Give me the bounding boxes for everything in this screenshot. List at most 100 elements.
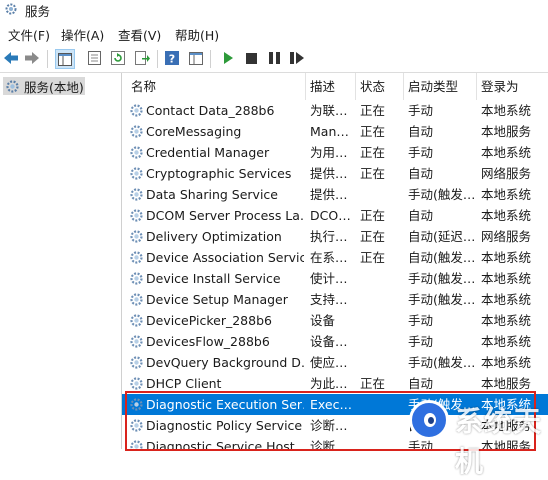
service-description: 诊断…: [310, 418, 348, 433]
service-gear-icon: [129, 376, 144, 391]
column-header-name[interactable]: 名称: [122, 73, 306, 100]
menu-view[interactable]: 查看(V): [118, 25, 161, 44]
svg-text:?: ?: [169, 53, 175, 66]
service-description: Man…: [310, 124, 349, 139]
service-row[interactable]: Contact Data_288b6 为联… 正在 手动 本地系统: [122, 100, 548, 121]
help-icon[interactable]: ?: [164, 50, 180, 66]
export-icon[interactable]: [134, 50, 150, 66]
service-gear-icon: [129, 439, 144, 449]
service-description: 使应…: [310, 355, 348, 370]
service-status: 正在: [360, 208, 386, 223]
service-description: 使计…: [310, 271, 348, 286]
service-gear-icon: [129, 166, 144, 181]
service-status: [360, 394, 404, 415]
service-name: Delivery Optimization: [146, 229, 282, 244]
service-startup-type: 手动(触发…: [408, 292, 474, 307]
service-row[interactable]: Credential Manager 为用… 正在 手动 本地系统: [122, 142, 548, 163]
properties-icon[interactable]: [86, 50, 102, 66]
service-row[interactable]: DevicePicker_288b6 设备 手动 本地系统: [122, 310, 548, 331]
service-startup-type: 手动(触发…: [408, 187, 474, 202]
service-description: 为此…: [310, 376, 348, 391]
column-header-description[interactable]: 描述: [306, 73, 356, 100]
service-status: [360, 436, 404, 449]
stop-icon[interactable]: [243, 50, 259, 66]
menu-help[interactable]: 帮助(H): [175, 25, 219, 44]
pause-icon[interactable]: [266, 50, 282, 66]
column-header-logon-as[interactable]: 登录为: [477, 73, 548, 100]
menu-action[interactable]: 操作(A): [61, 25, 104, 44]
service-status: 正在: [360, 166, 386, 181]
refresh-icon[interactable]: [110, 50, 126, 66]
service-status: 正在: [360, 103, 386, 118]
service-row[interactable]: Delivery Optimization 执行… 正在 自动(延迟… 网络服务: [122, 226, 548, 247]
console-tree-icon[interactable]: [55, 49, 75, 69]
toolbar-separator: [210, 50, 211, 68]
forward-arrow-icon[interactable]: [24, 50, 40, 66]
service-description: 设备…: [310, 334, 348, 349]
column-header-status[interactable]: 状态: [356, 73, 404, 100]
service-row[interactable]: Cryptographic Services 提供… 正在 自动 网络服务: [122, 163, 548, 184]
back-arrow-icon[interactable]: [3, 50, 19, 66]
service-description: 支持…: [310, 292, 348, 307]
restart-icon[interactable]: [289, 50, 305, 66]
service-gear-icon: [129, 418, 144, 433]
service-row[interactable]: Data Sharing Service 提供… 手动(触发… 本地系统: [122, 184, 548, 205]
service-description: 为联…: [310, 103, 348, 118]
service-name: Contact Data_288b6: [146, 103, 275, 118]
service-startup-type: 自动(延迟…: [408, 229, 474, 244]
service-startup-type: 自动: [408, 166, 434, 181]
service-description: DCO…: [310, 208, 351, 223]
service-status: [360, 352, 404, 373]
service-status: 正在: [360, 376, 386, 391]
watermark-logo-icon: [409, 400, 449, 440]
service-name: DHCP Client: [146, 376, 222, 391]
service-name: Device Install Service: [146, 271, 281, 286]
service-description: Exec…: [310, 397, 352, 412]
service-name: Credential Manager: [146, 145, 270, 160]
service-gear-icon: [129, 313, 144, 328]
service-row[interactable]: Device Install Service 使计… 手动(触发… 本地系统: [122, 268, 548, 289]
service-row[interactable]: DHCP Client 为此… 正在 自动 本地服务: [122, 373, 548, 394]
menu-bar: 文件(F) 操作(A) 查看(V) 帮助(H): [0, 22, 548, 44]
service-logon-as: 网络服务: [481, 229, 532, 244]
service-row[interactable]: DCOM Server Process La… DCO… 正在 自动 本地系统: [122, 205, 548, 226]
service-logon-as: 本地系统: [481, 187, 532, 202]
service-gear-icon: [129, 229, 144, 244]
service-row[interactable]: CoreMessaging Man… 正在 自动 本地服务: [122, 121, 548, 142]
service-name: Device Setup Manager: [146, 292, 288, 307]
service-name: CoreMessaging: [146, 124, 242, 139]
column-header-startup-type[interactable]: 启动类型: [404, 73, 477, 100]
service-gear-icon: [129, 334, 144, 349]
service-status: 正在: [360, 124, 386, 139]
service-status: [360, 289, 404, 310]
tree-item-label: 服务(本地): [24, 79, 84, 95]
service-gear-icon: [129, 397, 144, 412]
service-logon-as: 本地服务: [481, 376, 532, 391]
service-description: 执行…: [310, 229, 348, 244]
service-row[interactable]: DevicesFlow_288b6 设备… 手动 本地系统: [122, 331, 548, 352]
service-gear-icon: [129, 124, 144, 139]
service-gear-icon: [129, 250, 144, 265]
service-gear-icon: [129, 208, 144, 223]
service-description: 在系…: [310, 250, 348, 265]
services-gear-icon: [6, 79, 19, 93]
service-status: [360, 415, 404, 436]
view-icon[interactable]: [188, 50, 204, 66]
service-row[interactable]: Device Setup Manager 支持… 手动(触发… 本地系统: [122, 289, 548, 310]
service-name: DevicesFlow_288b6: [146, 334, 270, 349]
service-status: [360, 310, 404, 331]
tree-item-services-local[interactable]: 服务(本地): [3, 77, 85, 95]
service-row[interactable]: DevQuery Background D… 使应… 手动(触发… 本地系统: [122, 352, 548, 373]
service-description: 提供…: [310, 187, 348, 202]
menu-file[interactable]: 文件(F): [8, 25, 50, 44]
service-gear-icon: [129, 145, 144, 160]
service-startup-type: 手动: [408, 145, 434, 160]
service-row[interactable]: Device Association Service 在系… 正在 自动(触发… 本地系…: [122, 247, 548, 268]
service-gear-icon: [129, 355, 144, 370]
window-title: 服务: [25, 4, 51, 19]
play-icon[interactable]: [220, 50, 236, 66]
service-startup-type: 手动: [408, 313, 434, 328]
service-gear-icon: [129, 271, 144, 286]
toolbar-separator: [157, 50, 158, 68]
service-name: Cryptographic Services: [146, 166, 292, 181]
